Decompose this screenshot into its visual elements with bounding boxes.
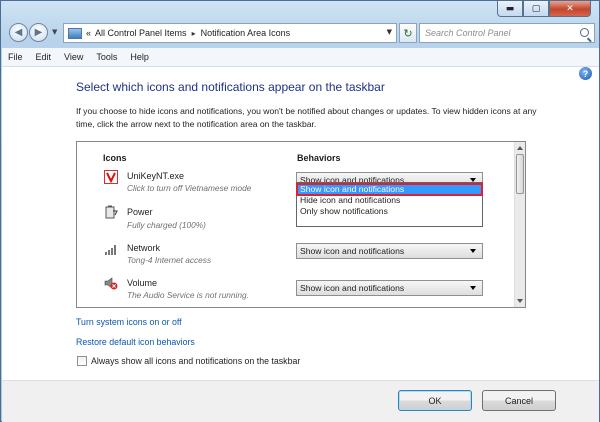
icons-list: Icons Behaviors UniKeyNT.exe Click to tu… <box>76 141 526 308</box>
chevron-down-icon <box>470 286 476 290</box>
minimize-button[interactable]: ▬ <box>497 1 523 17</box>
navigation-bar: ◀ ▶ ▼ « All Control Panel Items ▸ Notifi… <box>7 22 595 44</box>
search-icon[interactable] <box>580 28 589 37</box>
menu-view[interactable]: View <box>64 52 83 62</box>
row-sub-unikey: Click to turn off Vietnamese mode <box>127 183 252 193</box>
search-input[interactable]: Search Control Panel <box>419 23 595 43</box>
breadcrumb-prefix-icon[interactable]: « <box>86 28 91 38</box>
scroll-down-icon[interactable] <box>517 299 523 303</box>
column-header-behaviors: Behaviors <box>297 153 341 163</box>
ok-button[interactable]: OK <box>398 390 472 411</box>
row-name-network: Network <box>127 243 161 253</box>
refresh-button[interactable]: ↻ <box>399 23 417 43</box>
row-sub-network: Tong-4 Internet access <box>127 255 212 265</box>
breadcrumb-notification-icons[interactable]: Notification Area Icons <box>201 28 291 38</box>
back-button[interactable]: ◀ <box>9 23 28 42</box>
behavior-select-volume[interactable]: Show icon and notifications <box>296 280 483 296</box>
menu-bar: File Edit View Tools Help <box>2 48 599 67</box>
row-name-volume: Volume <box>127 278 158 288</box>
search-placeholder: Search Control Panel <box>425 28 511 38</box>
content-area: ? Select which icons and notifications a… <box>2 67 599 380</box>
list-scrollbar[interactable] <box>514 142 525 307</box>
maximize-button[interactable]: ▢ <box>523 1 549 17</box>
system-icons-link[interactable]: Turn system icons on or off <box>76 317 182 327</box>
row-sub-power: Fully charged (100%) <box>127 220 206 230</box>
behavior-dropdown-list: Show icon and notifications Hide icon an… <box>296 182 483 227</box>
menu-tools[interactable]: Tools <box>96 52 117 62</box>
scroll-thumb[interactable] <box>516 154 524 194</box>
menu-help[interactable]: Help <box>130 52 149 62</box>
page-description: If you choose to hide icons and notifica… <box>76 106 537 129</box>
restore-defaults-link[interactable]: Restore default icon behaviors <box>76 337 195 347</box>
cancel-button[interactable]: Cancel <box>482 390 556 411</box>
address-bar[interactable]: « All Control Panel Items ▸ Notification… <box>63 23 397 43</box>
row-sub-volume: The Audio Service is not running. <box>127 290 249 300</box>
always-show-checkbox[interactable] <box>77 356 87 366</box>
option-hide-icon-and-notifications[interactable]: Hide icon and notifications <box>297 195 482 206</box>
unikey-icon <box>104 170 118 184</box>
network-icon <box>105 245 116 255</box>
always-show-checkbox-row[interactable]: Always show all icons and notifications … <box>77 356 300 366</box>
close-button[interactable]: ✕ <box>549 1 591 17</box>
address-dropdown-icon[interactable]: ▼ <box>387 28 392 36</box>
menu-edit[interactable]: Edit <box>36 52 52 62</box>
dialog-footer: OK Cancel <box>2 380 599 422</box>
column-header-icons: Icons <box>103 153 127 163</box>
breadcrumb-separator-icon[interactable]: ▸ <box>192 29 196 38</box>
control-panel-icon <box>68 27 82 39</box>
option-show-icon-and-notifications[interactable]: Show icon and notifications <box>296 183 483 196</box>
option-only-show-notifications[interactable]: Only show notifications <box>297 206 482 217</box>
power-icon <box>105 205 118 219</box>
window-frame: ▬ ▢ ✕ ◀ ▶ ▼ « All Control Panel Items ▸ … <box>0 0 600 422</box>
help-icon[interactable]: ? <box>579 67 592 80</box>
row-name-power: Power <box>127 207 153 217</box>
always-show-label[interactable]: Always show all icons and notifications … <box>91 356 300 366</box>
behavior-value-volume: Show icon and notifications <box>300 283 405 293</box>
caption-buttons: ▬ ▢ ✕ <box>497 1 591 17</box>
behavior-select-network[interactable]: Show icon and notifications <box>296 243 483 259</box>
breadcrumb-all-items[interactable]: All Control Panel Items <box>95 28 187 38</box>
scroll-up-icon[interactable] <box>517 146 523 150</box>
page-title: Select which icons and notifications app… <box>76 80 385 94</box>
behavior-value-network: Show icon and notifications <box>300 246 405 256</box>
chevron-down-icon <box>470 249 476 253</box>
recent-pages-dropdown-icon[interactable]: ▼ <box>52 28 57 36</box>
menu-file[interactable]: File <box>8 52 23 62</box>
forward-button[interactable]: ▶ <box>29 23 48 42</box>
volume-icon <box>104 277 118 290</box>
row-name-unikey: UniKeyNT.exe <box>127 171 185 181</box>
